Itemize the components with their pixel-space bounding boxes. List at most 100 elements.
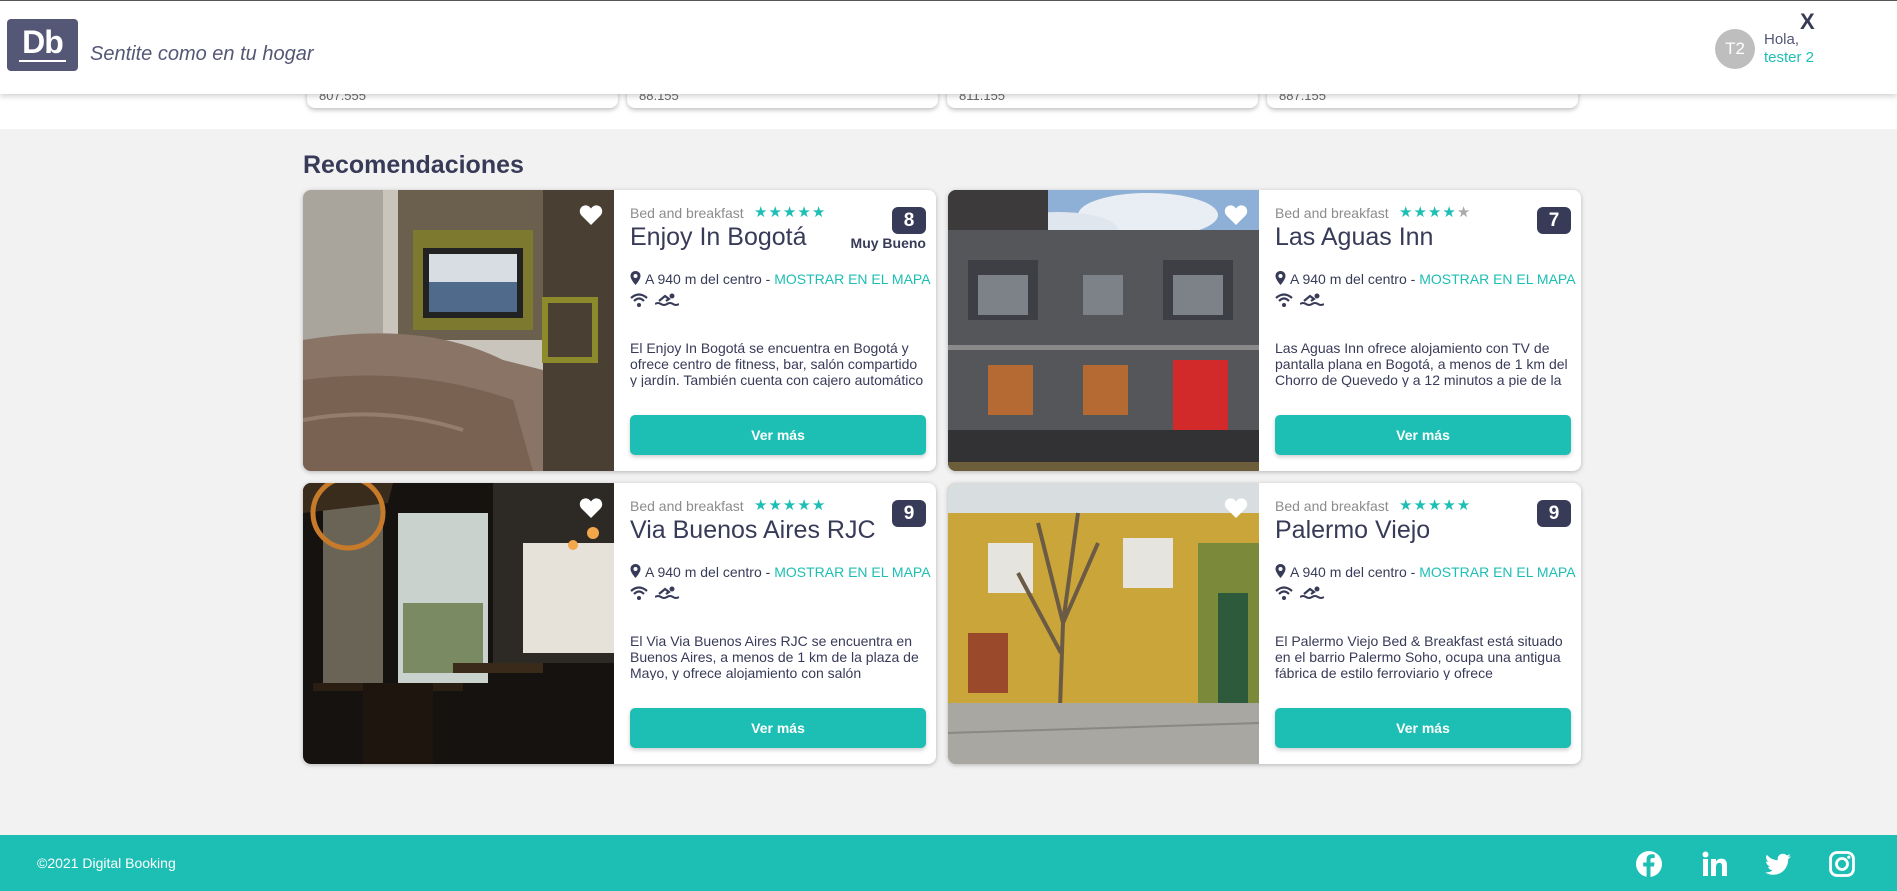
hotel-location: A 940 m del centro - MOSTRAR EN EL MAPA [1275,564,1576,580]
score-badge: 7 [1537,207,1571,234]
see-more-button[interactable]: Ver más [1275,708,1571,748]
pool-icon [654,586,681,599]
linkedin-icon[interactable] [1701,850,1729,878]
hotel-category: Bed and breakfast [1275,205,1389,221]
hotel-photo [948,483,1259,764]
amenities [1275,292,1327,310]
distance-text: A 940 m del centro - [645,271,775,287]
copyright: ©2021 Digital Booking [37,855,176,871]
show-map-link[interactable]: MOSTRAR EN EL MAPA [774,564,930,580]
star-icon: ★ [1442,204,1457,221]
distance-text: A 940 m del centro - [1290,271,1420,287]
star-icon: ★ [811,204,827,221]
twitter-icon[interactable] [1764,850,1792,878]
hotel-card: Bed and breakfast ★★★★★ 9 Palermo Viejo … [948,483,1581,764]
star-icon: ★ [754,204,769,221]
location-pin-icon [1275,271,1286,285]
star-icon: ★ [797,204,812,221]
hotel-info: Bed and breakfast ★★★★★ 7 Las Aguas Inn … [1275,190,1576,471]
star-icon: ★ [1427,497,1443,514]
hotel-card: Bed and breakfast ★★★★★ 8 Muy Bueno Enjo… [303,190,936,471]
hotel-description: El Palermo Viejo Bed & Breakfast está si… [1275,633,1563,680]
score-badge: 9 [892,500,926,527]
star-icon: ★ [1399,497,1414,514]
star-icon: ★ [1413,497,1428,514]
pool-icon [654,293,681,306]
star-icon: ★ [811,497,827,514]
star-icon: ★ [1413,204,1428,221]
hotel-description: Las Aguas Inn ofrece alojamiento con TV … [1275,340,1568,387]
hotel-info: Bed and breakfast ★★★★★ 8 Muy Bueno Enjo… [630,190,931,471]
hotel-location: A 940 m del centro - MOSTRAR EN EL MAPA [630,564,931,580]
hotel-category: Bed and breakfast [630,498,744,514]
hotel-card: Bed and breakfast ★★★★★ 7 Las Aguas Inn … [948,190,1581,471]
section-title: Recomendaciones [303,151,524,179]
see-more-button[interactable]: Ver más [1275,415,1571,455]
wifi-icon [1275,293,1293,307]
distance-text: A 940 m del centro - [1290,564,1420,580]
header: Db Sentite como en tu hogar T2 Hola, tes… [0,0,1897,94]
hotel-description: El Enjoy In Bogotá se encuentra en Bogot… [630,340,924,387]
star-rating: ★★★★★ [1399,203,1471,221]
star-icon: ★ [754,497,769,514]
tagline: Sentite como en tu hogar [90,43,314,65]
star-icon: ★ [1456,204,1472,221]
instagram-icon[interactable] [1828,850,1856,878]
show-map-link[interactable]: MOSTRAR EN EL MAPA [1419,271,1575,287]
show-map-link[interactable]: MOSTRAR EN EL MAPA [1419,564,1575,580]
star-rating: ★★★★★ [754,496,826,514]
hotel-name: Las Aguas Inn [1275,223,1434,251]
hotel-photo [303,190,614,471]
greeting: Hola, [1764,31,1800,48]
user-name: tester 2 [1764,49,1815,66]
star-icon: ★ [782,497,798,514]
hotel-description: El Via Via Buenos Aires RJC se encuentra… [630,633,919,680]
hotel-category: Bed and breakfast [630,205,744,221]
star-icon: ★ [1456,497,1472,514]
hotel-category: Bed and breakfast [1275,498,1389,514]
star-rating: ★★★★★ [754,203,826,221]
see-more-button[interactable]: Ver más [630,708,926,748]
hotel-name: Enjoy In Bogotá [630,223,807,251]
footer: ©2021 Digital Booking [0,835,1897,891]
star-icon: ★ [1427,204,1443,221]
logout-close-button[interactable]: X [1800,9,1815,35]
pool-icon [1299,293,1326,306]
favorite-heart-icon[interactable] [1224,204,1248,226]
amenities [1275,585,1327,603]
favorite-heart-icon[interactable] [579,497,603,519]
hotel-photo [948,190,1259,471]
hotel-info: Bed and breakfast ★★★★★ 9 Via Buenos Air… [630,483,931,764]
location-pin-icon [630,564,641,578]
score-badge: 9 [1537,500,1571,527]
avatar: T2 [1715,29,1755,69]
hotel-info: Bed and breakfast ★★★★★ 9 Palermo Viejo … [1275,483,1576,764]
distance-text: A 940 m del centro - [645,564,775,580]
score-badge: 8 [892,207,926,234]
star-icon: ★ [768,497,783,514]
wifi-icon [630,586,648,600]
star-icon: ★ [1442,497,1457,514]
score-label: Muy Bueno [850,235,926,251]
facebook-icon[interactable] [1635,850,1663,878]
hotel-location: A 940 m del centro - MOSTRAR EN EL MAPA [630,271,931,287]
amenities [630,292,682,310]
location-pin-icon [1275,564,1286,578]
wifi-icon [1275,586,1293,600]
hotel-card: Bed and breakfast ★★★★★ 9 Via Buenos Air… [303,483,936,764]
star-icon: ★ [1399,204,1414,221]
see-more-button[interactable]: Ver más [630,415,926,455]
star-rating: ★★★★★ [1399,496,1471,514]
show-map-link[interactable]: MOSTRAR EN EL MAPA [774,271,930,287]
hotel-name: Via Buenos Aires RJC [630,516,876,544]
star-icon: ★ [782,204,798,221]
star-icon: ★ [797,497,812,514]
favorite-heart-icon[interactable] [579,204,603,226]
logo[interactable]: Db [7,19,78,71]
pool-icon [1299,586,1326,599]
hotel-name: Palermo Viejo [1275,516,1431,544]
location-pin-icon [630,271,641,285]
hotel-location: A 940 m del centro - MOSTRAR EN EL MAPA [1275,271,1576,287]
wifi-icon [630,293,648,307]
favorite-heart-icon[interactable] [1224,497,1248,519]
